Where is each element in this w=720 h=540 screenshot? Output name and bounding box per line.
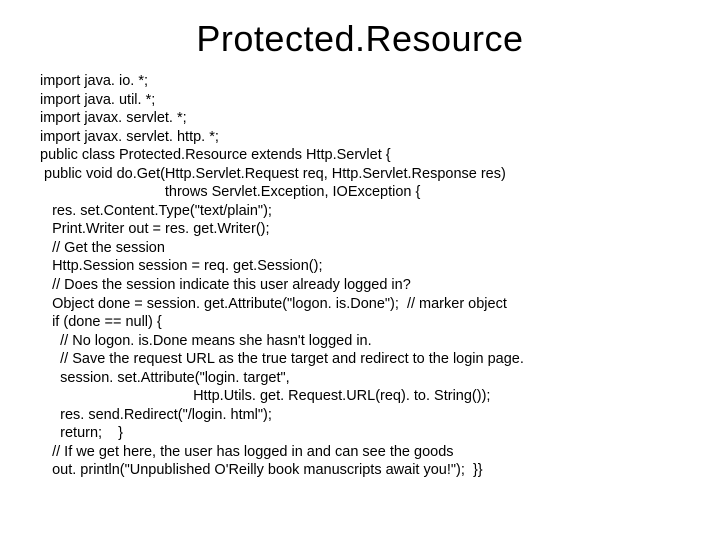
code-block: import java. io. *; import java. util. *… [40,72,680,480]
slide: Protected.Resource import java. io. *; i… [0,0,720,540]
slide-title: Protected.Resource [40,18,680,60]
